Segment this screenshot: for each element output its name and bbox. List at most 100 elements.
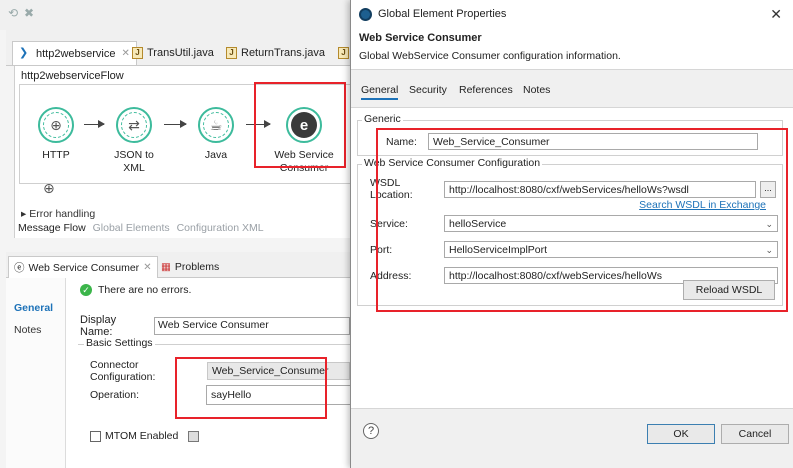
globe-icon[interactable]: ⊕	[43, 180, 55, 197]
cancel-button[interactable]: Cancel	[721, 424, 789, 444]
operation-label: Operation:	[90, 389, 140, 401]
node-http[interactable]: ⊕ HTTP	[26, 107, 86, 162]
tab-label: TransUtil.java	[147, 47, 214, 59]
flow-view-tabs: Message Flow Global Elements Configurati…	[18, 222, 268, 234]
basic-settings-group: Basic Settings Connector Configuration: …	[78, 337, 356, 424]
tab-label: ReturnTrans.java	[241, 47, 325, 59]
tab-returntrans[interactable]: J ReturnTrans.java	[220, 42, 331, 64]
dialog-header: Web Service Consumer Global WebService C…	[351, 28, 793, 70]
tab-global-elements[interactable]: Global Elements	[93, 222, 170, 234]
node-ring: ⊕	[38, 107, 74, 143]
port-label: Port:	[370, 243, 393, 256]
chevron-down-icon: ⌄	[765, 245, 773, 255]
node-ring: ☕	[198, 107, 234, 143]
node-ring: e	[286, 107, 322, 143]
transform-icon: ⇄	[121, 112, 147, 138]
java-file-icon: J	[132, 47, 143, 59]
properties-panel: General Notes ✓ There are no errors. Dis…	[6, 278, 356, 468]
wsdl-label: WSDL Location:	[370, 177, 413, 201]
web-service-icon: e	[291, 112, 317, 138]
flow-name: http2webserviceFlow	[21, 70, 124, 82]
check-icon: ✓	[80, 284, 92, 296]
tab-label: Web Service Consumer	[28, 261, 140, 274]
node-ring: ⇄	[116, 107, 152, 143]
globe-icon: ⊕	[43, 112, 69, 138]
dialog-title: Global Element Properties	[378, 8, 507, 20]
status-text: There are no errors.	[98, 284, 192, 296]
browse-button[interactable]: ...	[760, 180, 776, 198]
node-java[interactable]: ☕ Java	[186, 107, 246, 162]
mtom-row: MTOM Enabled	[90, 430, 200, 442]
global-element-properties-dialog: Global Element Properties ✕ Web Service …	[350, 0, 793, 468]
tab-label: http2webservice	[36, 47, 116, 60]
tab-label: Problems	[174, 261, 220, 273]
wsdl-row: WSDL Location: http://localhost:8080/cxf…	[370, 177, 776, 201]
port-select[interactable]: HelloServiceImplPort ⌄	[444, 241, 778, 258]
node-json-to-xml[interactable]: ⇄ JSON to XML	[104, 107, 164, 175]
status-message: ✓ There are no errors.	[80, 284, 191, 296]
dialog-header-description: Global WebService Consumer configuration…	[359, 50, 621, 62]
mtom-label: MTOM Enabled	[105, 430, 179, 442]
reload-wsdl-button[interactable]: Reload WSDL	[683, 280, 775, 300]
app-logo-icon	[359, 7, 372, 21]
info-icon	[188, 430, 200, 442]
mtom-checkbox[interactable]	[90, 430, 101, 442]
operation-select[interactable]: sayHello	[206, 385, 356, 405]
close-all-icon[interactable]: ✖	[24, 6, 34, 20]
tab-security[interactable]: Security	[409, 84, 447, 96]
dialog-tab-bar: General Security References Notes	[351, 70, 793, 108]
connector-config-row: Connector Configuration: Web_Service_Con…	[90, 359, 350, 383]
display-name-input[interactable]: Web Service Consumer	[154, 317, 350, 335]
node-web-service-consumer[interactable]: e Web Service Consumer	[272, 107, 336, 175]
dialog-footer: ? OK Cancel	[351, 408, 793, 468]
properties-side-nav: General Notes	[6, 278, 66, 468]
close-icon[interactable]: ✕	[770, 6, 782, 23]
problems-icon: ▦	[161, 261, 171, 273]
error-handling-label: Error handling	[29, 208, 96, 220]
tab-notes[interactable]: Notes	[523, 84, 550, 96]
help-icon[interactable]: ?	[363, 423, 379, 439]
tab-http2webservice[interactable]: ❯ http2webservice ✕	[12, 41, 137, 65]
java-cup-icon: ☕	[203, 112, 229, 138]
flow-container: ⊕ HTTP ⇄ JSON to XML ☕ Java e Web Servic…	[19, 84, 351, 184]
name-label: Name:	[386, 135, 417, 148]
display-name-label: Display Name:	[80, 314, 117, 338]
tab-references[interactable]: References	[459, 84, 513, 96]
connector-config-select[interactable]: Web_Service_Consumer	[206, 362, 350, 380]
tab-message-flow[interactable]: Message Flow	[18, 222, 86, 234]
tab-problems[interactable]: ▦ Problems	[156, 256, 224, 278]
editor-toolbar: ⟲ ✖	[0, 0, 350, 30]
node-label: Web Service Consumer	[274, 149, 334, 174]
port-value: HelloServiceImplPort	[449, 244, 548, 256]
tab-general[interactable]: General	[361, 84, 399, 100]
dialog-titlebar: Global Element Properties ✕	[351, 0, 793, 28]
node-label: HTTP	[42, 149, 70, 161]
ok-button[interactable]: OK	[647, 424, 715, 444]
tab-web-service-consumer[interactable]: ⓔ Web Service Consumer ✕	[8, 256, 158, 278]
search-wsdl-link[interactable]: Search WSDL in Exchange	[639, 199, 766, 211]
side-item-notes[interactable]: Notes	[14, 324, 41, 336]
basic-settings-label: Basic Settings	[84, 337, 155, 349]
name-input[interactable]: Web_Service_Consumer	[428, 133, 758, 150]
name-row: Name: Web_Service_Consumer	[386, 133, 758, 150]
dialog-body: Generic Name: Web_Service_Consumer Web S…	[351, 108, 793, 408]
java-file-icon: J	[226, 47, 237, 59]
tab-configuration-xml[interactable]: Configuration XML	[177, 222, 264, 234]
flow-arrow	[84, 120, 105, 128]
mule-flow-icon: ❯	[19, 47, 29, 59]
generic-group: Generic Name: Web_Service_Consumer	[357, 113, 783, 156]
wsdl-location-input[interactable]: http://localhost:8080/cxf/webServices/he…	[444, 180, 756, 198]
editor-tab-bar: ❯ http2webservice ✕ J TransUtil.java J R…	[6, 30, 350, 66]
triangle-right-icon: ▸	[21, 208, 30, 220]
tab-transutil[interactable]: J TransUtil.java	[126, 42, 220, 64]
java-file-icon: J	[338, 47, 349, 59]
close-icon[interactable]: ✕	[143, 262, 151, 273]
service-value: helloService	[449, 218, 507, 230]
service-select[interactable]: helloService ⌄	[444, 215, 778, 232]
side-item-general[interactable]: General	[14, 302, 53, 314]
error-handling-toggle[interactable]: ▸ Error handling	[21, 208, 95, 220]
node-label: Java	[204, 149, 228, 161]
sync-icon[interactable]: ⟲	[8, 6, 18, 20]
flow-canvas: http2webserviceFlow ⊕ HTTP ⇄ JSON to XML…	[14, 66, 351, 238]
dialog-header-title: Web Service Consumer	[359, 32, 482, 44]
